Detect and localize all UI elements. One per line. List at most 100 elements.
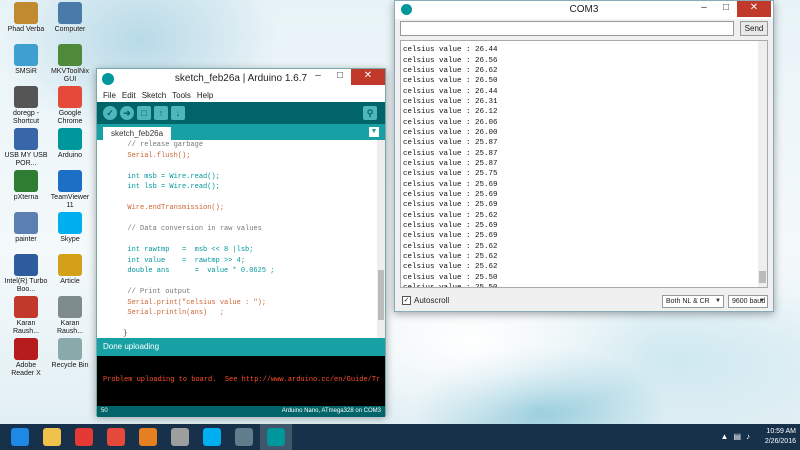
volume-icon[interactable]: ♪ (746, 432, 750, 441)
desktop-icon[interactable]: Computer (48, 2, 92, 34)
desktop-icon[interactable]: SMSiR (4, 44, 48, 76)
system-tray: ▲ ▤ ♪ (721, 432, 750, 441)
serial-scroll-thumb[interactable] (759, 271, 766, 283)
serial-window-title: COM3 (569, 4, 599, 15)
maximize-icon[interactable]: □ (329, 69, 351, 85)
desktop-icon-label: Arduino (57, 152, 83, 159)
desktop-icon[interactable]: Karan Raush... (4, 296, 48, 336)
desktop-icon[interactable]: Article (48, 254, 92, 286)
desktop-icon[interactable]: pXterna (4, 170, 48, 202)
desktop-icon-label: TeamViewer 11 (50, 194, 90, 209)
send-row: Send (395, 19, 773, 39)
send-input[interactable] (400, 21, 734, 36)
matlab-icon (139, 428, 157, 446)
arduino-ide-window: sketch_feb26a | Arduino 1.6.7 – □ ✕ File… (96, 68, 386, 417)
taskbar-arduino[interactable] (260, 424, 292, 450)
serial-titlebar[interactable]: COM3 – □ ✕ (395, 1, 773, 19)
desktop-icon[interactable]: USB MY USB POR... (4, 128, 48, 168)
taskbar-monitor[interactable] (228, 424, 260, 450)
menu-item-edit[interactable]: Edit (122, 89, 136, 102)
serial-line: celsius value : 26.31 (403, 97, 498, 106)
chevron-down-icon: ▼ (715, 298, 721, 304)
taskbar-media[interactable] (164, 424, 196, 450)
serial-line: celsius value : 25.50 (403, 273, 498, 282)
arduino-icon (267, 428, 285, 446)
serial-monitor-icon[interactable]: ⚲ (363, 106, 377, 120)
line-ending-select[interactable]: Both NL & CR ▼ (662, 295, 724, 308)
serial-line: celsius value : 26.56 (403, 56, 498, 65)
app-icon (14, 44, 38, 66)
menu-item-sketch[interactable]: Sketch (142, 89, 166, 102)
app-icon (14, 338, 38, 360)
desktop-icon[interactable]: doregp - Shortcut (4, 86, 48, 126)
serial-line: celsius value : 25.69 (403, 180, 498, 189)
desktop-icon[interactable]: MKVToolNix GUI (48, 44, 92, 84)
serial-line: celsius value : 25.62 (403, 242, 498, 251)
desktop-icon[interactable]: Intel(R) Turbo Boo... (4, 254, 48, 294)
menu-item-file[interactable]: File (103, 89, 116, 102)
serial-output[interactable]: celsius value : 26.62 celsius value : 26.… (400, 40, 768, 288)
desktop-icon[interactable]: Recycle Bin (48, 338, 92, 370)
ide-toolbar: ✓ ➜ □ ↑ ↓ ⚲ (97, 102, 385, 124)
chrome-icon (107, 428, 125, 446)
taskbar-file-explorer[interactable] (36, 424, 68, 450)
desktop-icon[interactable]: Karan Raush... (48, 296, 92, 336)
serial-lines: celsius value : 26.62 celsius value : 26.… (401, 41, 767, 287)
autoscroll-label: Autoscroll (414, 296, 450, 305)
desktop-icon-label: Intel(R) Turbo Boo... (4, 278, 48, 293)
taskbar-app-red[interactable] (68, 424, 100, 450)
desktop-icon[interactable]: Skype (48, 212, 92, 244)
clock[interactable]: 10:59 AM 2/26/2016 (765, 427, 796, 447)
open-icon[interactable]: ↑ (154, 106, 168, 120)
send-button[interactable]: Send (740, 21, 768, 36)
ide-footer: 50 Arduino Nano, ATmega328 on COM3 (97, 406, 385, 417)
desktop-icon[interactable]: Arduino (48, 128, 92, 160)
save-icon[interactable]: ↓ (171, 106, 185, 120)
autoscroll-toggle[interactable]: ✓ Autoscroll (402, 296, 449, 305)
desktop-icon[interactable]: Adobe Reader X (4, 338, 48, 378)
clock-date: 2/26/2016 (764, 438, 796, 445)
maximize-icon[interactable]: □ (715, 1, 737, 17)
taskbar-chrome[interactable] (100, 424, 132, 450)
serial-scrollbar[interactable] (758, 41, 767, 287)
taskbar-skype[interactable] (196, 424, 228, 450)
minimize-icon[interactable]: – (693, 1, 715, 17)
serial-line: celsius value : 25.69 (403, 232, 498, 241)
code-line: // release garbage (119, 141, 204, 149)
menu-item-tools[interactable]: Tools (172, 89, 191, 102)
desktop-icon[interactable]: TeamViewer 11 (48, 170, 92, 210)
tab-menu-icon[interactable]: ▼ (369, 127, 379, 137)
menu-item-help[interactable]: Help (197, 89, 213, 102)
close-icon[interactable]: ✕ (351, 69, 385, 85)
new-icon[interactable]: □ (137, 106, 151, 120)
serial-line: celsius value : 25.87 (403, 149, 498, 158)
checkbox-icon[interactable]: ✓ (402, 296, 411, 305)
internet-explorer-icon (11, 428, 29, 446)
code-line: int rawtmp = msb << 8 |lsb; (119, 246, 254, 254)
taskbar-matlab[interactable] (132, 424, 164, 450)
upload-icon[interactable]: ➜ (120, 106, 134, 120)
serial-line: celsius value : 26.62 (403, 66, 498, 75)
tray-arrow-icon[interactable]: ▲ (721, 432, 729, 441)
editor-scroll-thumb[interactable] (378, 270, 384, 320)
desktop-icon[interactable]: Phad Verba (4, 2, 48, 34)
serial-line: celsius value : 25.62 (403, 252, 498, 261)
code-editor[interactable]: // release garbage Serial.flush(); int m… (97, 140, 385, 338)
minimize-icon[interactable]: – (307, 69, 329, 85)
taskbar-internet-explorer[interactable] (4, 424, 36, 450)
network-icon[interactable]: ▤ (733, 432, 741, 441)
desktop-icon[interactable]: Google Chrome (48, 86, 92, 126)
tab-sketch[interactable]: sketch_feb26a (103, 127, 172, 140)
serial-line: celsius value : 26.50 (403, 77, 498, 86)
baud-select[interactable]: 9600 baud ▼ (728, 295, 768, 308)
skype-icon (203, 428, 221, 446)
app-icon (58, 86, 82, 108)
desktop-icon[interactable]: painter (4, 212, 48, 244)
close-icon[interactable]: ✕ (737, 1, 771, 17)
ide-window-title: sketch_feb26a | Arduino 1.6.7 (174, 73, 308, 84)
ide-titlebar[interactable]: sketch_feb26a | Arduino 1.6.7 – □ ✕ (97, 69, 385, 89)
editor-scrollbar[interactable] (377, 140, 385, 338)
verify-icon[interactable]: ✓ (103, 106, 117, 120)
